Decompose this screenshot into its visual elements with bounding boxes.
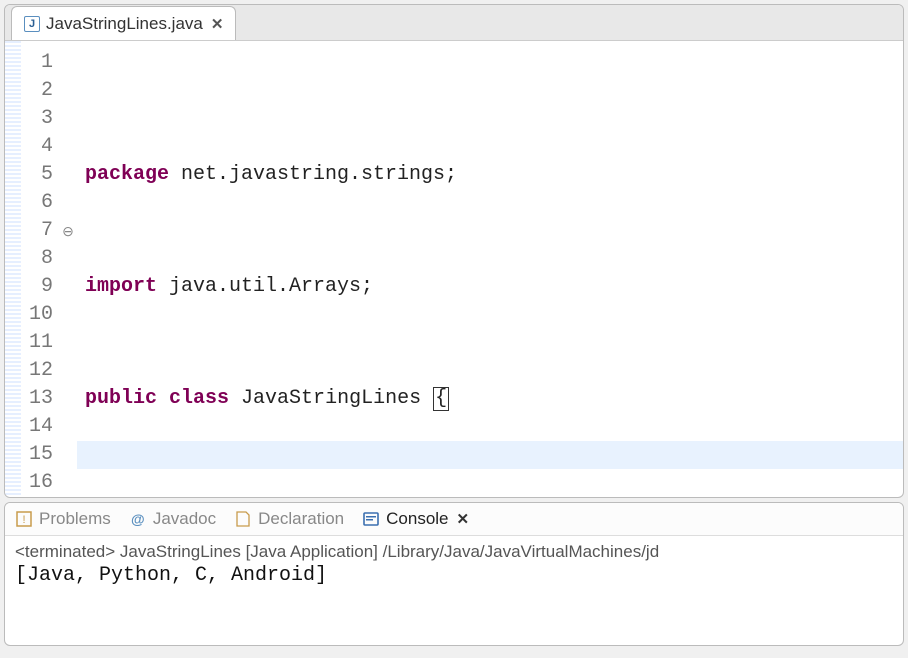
- declaration-icon: [234, 510, 252, 528]
- fold-toggle-icon[interactable]: ⊖: [59, 217, 77, 245]
- tab-console[interactable]: Console ✕: [362, 509, 469, 529]
- marker-ruler: [5, 41, 21, 497]
- close-icon[interactable]: ✕: [457, 510, 470, 528]
- problems-icon: !: [15, 510, 33, 528]
- tab-javadoc[interactable]: @ Javadoc: [129, 509, 216, 529]
- tab-declaration[interactable]: Declaration: [234, 509, 344, 529]
- code-area[interactable]: 1 2 3 4 5 6 7 8 9 10 11 12 13 14 15 16 ⊖…: [5, 41, 903, 497]
- console-icon: [362, 510, 380, 528]
- java-file-icon: J: [24, 16, 40, 32]
- fold-gutter[interactable]: ⊖: [59, 41, 77, 497]
- bottom-panel: ! Problems @ Javadoc Declaration Console…: [4, 502, 904, 646]
- code-text[interactable]: package net.javastring.strings; import j…: [77, 41, 903, 497]
- console-output: [Java, Python, C, Android]: [15, 564, 893, 587]
- console-body[interactable]: <terminated> JavaStringLines [Java Appli…: [5, 536, 903, 593]
- javadoc-icon: @: [129, 510, 147, 528]
- console-status: <terminated> JavaStringLines [Java Appli…: [15, 542, 893, 562]
- tab-filename: JavaStringLines.java: [46, 14, 203, 34]
- svg-text:!: !: [22, 514, 25, 526]
- editor-tab[interactable]: J JavaStringLines.java ✕: [11, 6, 236, 40]
- views-tab-bar: ! Problems @ Javadoc Declaration Console…: [5, 503, 903, 536]
- close-icon[interactable]: ✕: [211, 15, 224, 33]
- editor-tab-bar: J JavaStringLines.java ✕: [5, 5, 903, 41]
- editor-panel: J JavaStringLines.java ✕ 1 2 3 4 5 6 7 8…: [4, 4, 904, 498]
- tab-problems[interactable]: ! Problems: [15, 509, 111, 529]
- line-number-gutter: 1 2 3 4 5 6 7 8 9 10 11 12 13 14 15 16: [21, 41, 59, 497]
